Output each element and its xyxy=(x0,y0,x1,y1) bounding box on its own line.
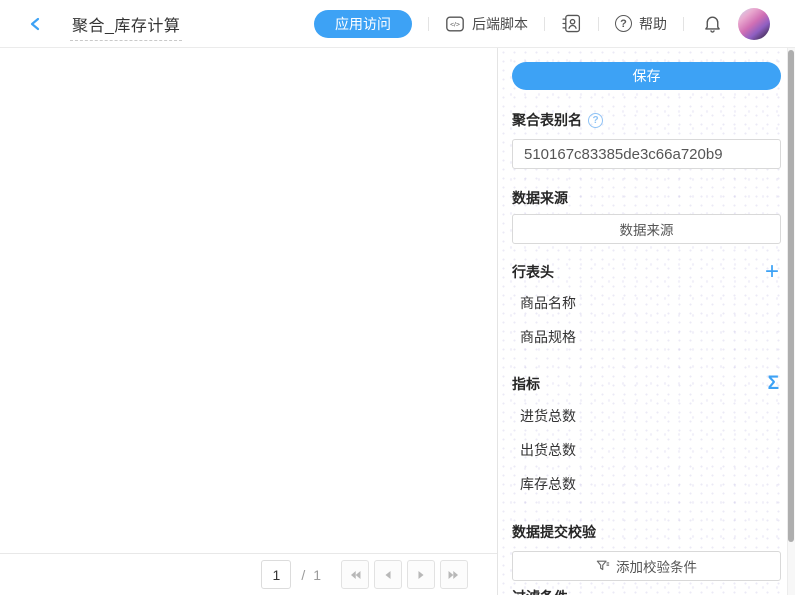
panel-scrollbar-thumb[interactable] xyxy=(788,50,794,542)
notifications-button[interactable] xyxy=(702,13,723,34)
row-header-label: 行表头 xyxy=(512,262,554,282)
filter-label: 过滤条件 xyxy=(512,587,568,595)
page-number-input[interactable] xyxy=(261,560,291,589)
metric-item[interactable]: 库存总数 xyxy=(512,476,781,492)
code-icon: </> xyxy=(445,14,465,34)
add-validation-label: 添加校验条件 xyxy=(616,556,697,576)
back-chevron-icon xyxy=(28,16,44,32)
alias-help-mark: ? xyxy=(592,115,598,126)
header-divider xyxy=(544,17,545,31)
back-button[interactable] xyxy=(28,16,44,32)
pagination-bar: / 1 xyxy=(0,553,497,595)
app-access-button[interactable]: 应用访问 xyxy=(314,10,412,38)
backend-script-label: 后端脚本 xyxy=(472,14,528,34)
help-icon-mark: ? xyxy=(620,18,627,30)
help-icon: ? xyxy=(615,15,632,32)
data-source-label-row: 数据来源 xyxy=(512,188,781,208)
header-actions: 应用访问 </> 后端脚本 xyxy=(314,8,770,40)
header-divider xyxy=(683,17,684,31)
metric-item[interactable]: 出货总数 xyxy=(512,442,781,458)
alias-label-row: 聚合表别名 ? xyxy=(512,110,781,130)
save-button[interactable]: 保存 xyxy=(512,62,781,90)
row-header-section: 行表头 + xyxy=(512,262,781,282)
canvas-empty-area xyxy=(0,48,497,553)
help-button[interactable]: ? 帮助 xyxy=(615,14,667,34)
alias-label: 聚合表别名 xyxy=(512,110,582,130)
metrics-label: 指标 xyxy=(512,374,540,394)
metric-item[interactable]: 进货总数 xyxy=(512,408,781,424)
add-validation-button[interactable]: 添加校验条件 xyxy=(512,551,781,581)
sigma-icon[interactable]: Σ xyxy=(768,374,779,394)
row-header-item[interactable]: 商品名称 xyxy=(512,295,781,311)
filter-label-row: 过滤条件 xyxy=(512,587,781,595)
validation-label: 数据提交校验 xyxy=(512,522,596,542)
filter-icon xyxy=(596,559,610,573)
contacts-icon xyxy=(561,13,582,34)
add-row-header-icon[interactable]: + xyxy=(765,262,779,282)
alias-input[interactable] xyxy=(512,139,781,169)
page-title[interactable]: 聚合_库存计算 xyxy=(70,18,182,41)
prev-page-button[interactable] xyxy=(374,560,402,589)
alias-help-icon[interactable]: ? xyxy=(588,113,603,128)
header-divider xyxy=(598,17,599,31)
next-page-icon xyxy=(413,567,429,583)
user-avatar[interactable] xyxy=(738,8,770,40)
main-area: / 1 xyxy=(0,48,795,595)
next-page-button[interactable] xyxy=(407,560,435,589)
data-source-button[interactable]: 数据来源 xyxy=(512,214,781,244)
header-divider xyxy=(428,17,429,31)
row-header-item[interactable]: 商品规格 xyxy=(512,329,781,345)
page-title-wrap: 聚合_库存计算 xyxy=(70,12,182,36)
prev-page-icon xyxy=(380,567,396,583)
validation-label-row: 数据提交校验 xyxy=(512,522,781,542)
svg-text:</>: </> xyxy=(450,21,460,28)
bell-icon xyxy=(702,13,723,34)
last-page-icon xyxy=(446,567,462,583)
first-page-icon xyxy=(347,567,363,583)
help-label: 帮助 xyxy=(639,14,667,34)
backend-script-button[interactable]: </> 后端脚本 xyxy=(445,14,528,34)
data-source-label: 数据来源 xyxy=(512,188,568,208)
last-page-button[interactable] xyxy=(440,560,468,589)
app-window: 聚合_库存计算 应用访问 </> 后端脚本 xyxy=(0,0,795,595)
form-canvas: / 1 xyxy=(0,48,497,595)
first-page-button[interactable] xyxy=(341,560,369,589)
header-bar: 聚合_库存计算 应用访问 </> 后端脚本 xyxy=(0,0,795,48)
data-source-button-label: 数据来源 xyxy=(620,219,674,239)
settings-panel: 保存 聚合表别名 ? 数据来源 数据来源 行表头 + 商品名称 商品规格 指 xyxy=(497,48,795,595)
panel-scrollbar-track xyxy=(787,48,795,595)
page-total-label: / 1 xyxy=(301,567,323,583)
contacts-button[interactable] xyxy=(561,13,582,34)
metrics-section: 指标 Σ xyxy=(512,374,781,394)
